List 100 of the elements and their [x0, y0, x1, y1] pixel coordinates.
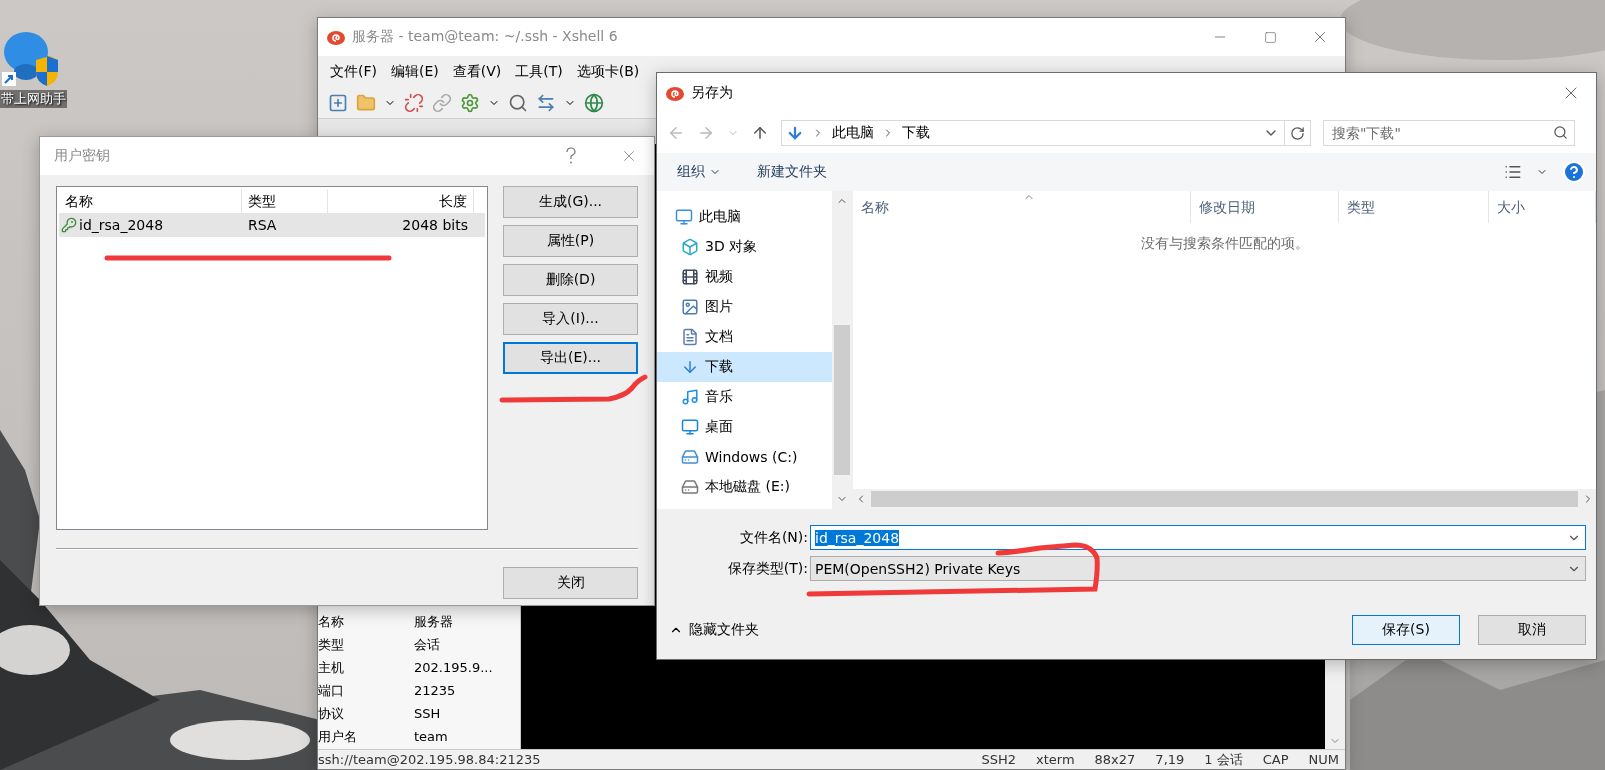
status-item: xterm — [1036, 752, 1075, 767]
status-path: ssh://team@202.195.98.84:21235 — [318, 752, 541, 767]
help-icon[interactable] — [564, 147, 578, 165]
search-icon[interactable] — [508, 93, 528, 113]
transfer-icon[interactable] — [536, 93, 556, 113]
table-cell-text: 2048 bits — [401, 217, 469, 233]
app-logo-icon — [326, 28, 346, 46]
menu-item[interactable]: 选项卡(B) — [570, 63, 646, 81]
breadcrumb-item[interactable]: 下载 — [902, 124, 930, 142]
dialog-button[interactable]: 属性(P) — [503, 225, 638, 257]
folder-icon[interactable] — [356, 93, 376, 113]
drive-icon — [681, 478, 699, 496]
picture-icon — [681, 298, 699, 316]
link-icon[interactable] — [432, 93, 452, 113]
nav-item[interactable]: 图片 — [657, 292, 832, 322]
nav-item[interactable]: 音乐 — [657, 382, 832, 412]
field-label: 文件名(N): — [738, 528, 809, 547]
view-options-icon[interactable] — [1504, 163, 1522, 181]
column-header[interactable]: 修改日期 — [1191, 191, 1339, 223]
property-value: 202.195.9... — [414, 660, 494, 675]
download-icon — [681, 358, 699, 376]
dialog-button[interactable]: 取消 — [1478, 615, 1586, 645]
dialog-button[interactable]: 保存(S) — [1352, 615, 1460, 645]
dialog-title: 另存为 — [691, 84, 734, 102]
refresh-icon[interactable] — [1290, 125, 1305, 141]
menu-item[interactable]: 文件(F) — [324, 63, 383, 81]
empty-message: 没有与搜索条件匹配的项。 — [1139, 235, 1310, 253]
property-name: 协议 — [318, 704, 345, 723]
desktop-icon-label[interactable]: 带上网助手 — [0, 90, 67, 108]
menu-item[interactable]: 工具(T) — [509, 63, 569, 81]
nav-item[interactable]: 下载 — [657, 352, 832, 382]
property-value: 服务器 — [414, 612, 454, 631]
search-icon[interactable] — [1553, 125, 1568, 140]
table-cell-text: RSA — [247, 217, 278, 233]
property-name: 端口 — [318, 681, 345, 700]
property-value: 会话 — [414, 635, 441, 654]
column-header[interactable]: 类型 — [1339, 191, 1489, 223]
file-type-dropdown[interactable]: PEM(OpenSSH2) Private Keys — [810, 556, 1586, 581]
status-item: 1 会话 — [1204, 750, 1243, 769]
breadcrumb-item[interactable]: 此电脑 — [832, 124, 874, 142]
key-row[interactable]: id_rsa_2048 RSA 2048 bits — [59, 213, 485, 237]
scrollbar-thumb[interactable] — [834, 325, 850, 475]
nav-item[interactable]: 3D 对象 — [657, 232, 832, 262]
field-label: 保存类型(T): — [726, 559, 809, 578]
property-name: 名称 — [318, 612, 345, 631]
settings-icon[interactable] — [460, 93, 480, 113]
address-bar[interactable]: 此电脑 下载 — [781, 120, 1311, 146]
hide-folders-toggle[interactable]: 隐藏文件夹 — [669, 621, 759, 639]
menu-item[interactable]: 编辑(E) — [385, 63, 445, 81]
forward-icon[interactable] — [697, 124, 715, 142]
disconnect-icon[interactable] — [404, 93, 424, 113]
drive-icon — [681, 448, 699, 466]
key-list[interactable]: 名称 类型 长度 id_rsa_2048 RSA 2048 bits — [56, 186, 488, 530]
nav-item[interactable]: Windows (C:) — [657, 442, 832, 472]
key-icon — [61, 217, 77, 233]
table-cell: id_rsa_2048 — [59, 217, 242, 233]
scrollbar[interactable] — [853, 489, 1596, 509]
new-session-icon[interactable] — [328, 93, 348, 113]
property-name: 用户名 — [318, 727, 358, 746]
help-icon[interactable] — [1562, 160, 1586, 184]
menu-item[interactable]: 查看(V) — [446, 63, 508, 81]
column-header[interactable]: 名称 — [853, 191, 1191, 223]
scrollbar-thumb[interactable] — [871, 491, 1578, 507]
status-item: CAP — [1262, 752, 1289, 767]
property-value: SSH — [414, 706, 442, 721]
scrollbar[interactable] — [832, 191, 852, 509]
cube-icon — [681, 238, 699, 256]
dialog-button[interactable]: 删除(D) — [503, 264, 638, 296]
column-header[interactable]: 大小 — [1489, 191, 1596, 223]
close-dialog-button[interactable]: 关闭 — [503, 567, 638, 599]
new-folder-button[interactable]: 新建文件夹 — [757, 163, 827, 181]
dialog-button[interactable]: 导入(I)... — [503, 303, 638, 335]
dialog-button[interactable]: 生成(G)... — [503, 186, 638, 218]
back-icon[interactable] — [667, 124, 685, 142]
desktop-icon — [681, 418, 699, 436]
nav-item[interactable]: 此电脑 — [657, 202, 832, 232]
dialog-button[interactable]: 导出(E)... — [503, 342, 638, 374]
nav-item[interactable]: 本地磁盘 (E:) — [657, 472, 832, 502]
nav-item[interactable]: 文档 — [657, 322, 832, 352]
globe-icon[interactable] — [584, 93, 604, 113]
document-icon — [681, 328, 699, 346]
organize-menu[interactable]: 组织 — [677, 163, 721, 181]
property-value: 21235 — [414, 683, 457, 698]
search-field[interactable]: 搜索"下载" — [1323, 120, 1575, 146]
nav-item[interactable]: 视频 — [657, 262, 832, 292]
download-icon — [786, 124, 804, 142]
maximize-icon[interactable] — [1263, 30, 1277, 44]
property-name: 主机 — [318, 658, 345, 677]
status-item: SSH2 — [981, 752, 1016, 767]
file-name-field[interactable]: id_rsa_2048 — [810, 525, 1586, 550]
status-item: 88x27 — [1094, 752, 1136, 767]
music-note-icon — [681, 388, 699, 406]
window-title: 服务器 - team@team: ~/.ssh - Xshell 6 — [352, 28, 619, 46]
property-name: 类型 — [318, 635, 345, 654]
nav-item[interactable]: 桌面 — [657, 412, 832, 442]
computer-icon — [675, 208, 693, 226]
up-icon[interactable] — [751, 124, 769, 142]
app-logo-icon — [665, 84, 685, 102]
property-value: team — [414, 729, 449, 744]
status-item: 7,19 — [1155, 752, 1185, 767]
